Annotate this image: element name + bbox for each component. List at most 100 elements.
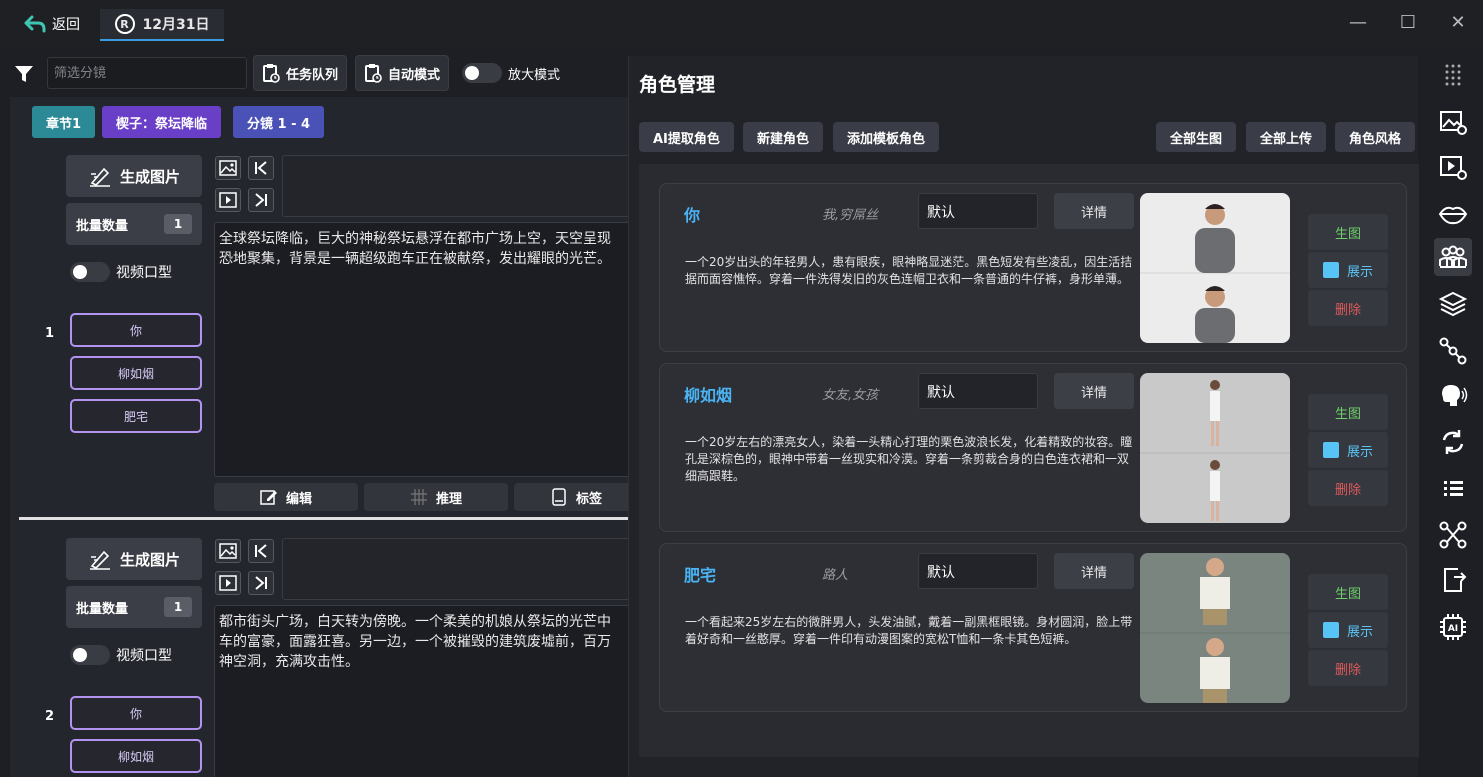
- image-icon[interactable]: [215, 156, 241, 180]
- storyboard-list[interactable]: 章节1 楔子：祭坛降临 分镜 1 - 4 生成图片 批量数量 1 视频口型 1 …: [10, 97, 628, 777]
- character-tag[interactable]: 柳如烟: [70, 356, 202, 390]
- batch-count-value[interactable]: 1: [164, 597, 192, 617]
- prompt-input[interactable]: [282, 155, 628, 217]
- batch-count-label: 批量数量: [76, 218, 129, 234]
- role-card: 肥宅 路人 默认 详情 一个看起来25岁左右的微胖男人，头发油腻，戴着一副黑框眼…: [659, 543, 1407, 712]
- back-button[interactable]: 返回: [24, 14, 80, 34]
- generate-image-button[interactable]: 生图: [1308, 394, 1388, 430]
- role-list[interactable]: 你 我,穷屌丝 默认 详情 一个20岁出头的年轻男人，患有眼疾，眼神略显迷茫。黑…: [639, 164, 1419, 757]
- filter-icon[interactable]: [14, 64, 34, 84]
- task-queue-button[interactable]: 任务队列: [253, 55, 348, 91]
- new-role-button[interactable]: 新建角色: [743, 122, 824, 152]
- shot-divider: [19, 517, 628, 520]
- tag-button[interactable]: 标签: [514, 483, 628, 511]
- chapter-tag[interactable]: 章节1: [32, 106, 96, 138]
- skip-last-icon[interactable]: [248, 571, 274, 595]
- voice-select[interactable]: 默认: [918, 553, 1038, 589]
- image-icon[interactable]: [215, 539, 241, 563]
- voice-icon[interactable]: [1434, 377, 1472, 415]
- workflow-icon[interactable]: [1434, 516, 1472, 554]
- role-portrait[interactable]: [1140, 193, 1290, 343]
- infer-label: 推理: [435, 491, 462, 507]
- lips-icon[interactable]: [1434, 195, 1472, 233]
- tab-date[interactable]: R 12月31日: [100, 9, 224, 41]
- detail-button[interactable]: 详情: [1054, 373, 1134, 409]
- delete-button[interactable]: 删除: [1308, 650, 1388, 686]
- shot-description[interactable]: 都市街头广场，白天转为傍晚。一个柔美的机娘从祭坛的光芒中 车的富豪，面露狂喜。另…: [214, 605, 628, 777]
- characters-icon[interactable]: [1434, 238, 1472, 276]
- role-style-button[interactable]: 角色风格: [1335, 122, 1416, 152]
- role-portrait[interactable]: [1140, 373, 1290, 523]
- generate-image-button[interactable]: 生图: [1308, 574, 1388, 610]
- filter-input[interactable]: [47, 57, 247, 89]
- voice-select[interactable]: 默认: [918, 193, 1038, 229]
- generate-image-button[interactable]: 生成图片: [66, 155, 202, 197]
- batch-count-value[interactable]: 1: [164, 214, 192, 234]
- nodes-icon[interactable]: [1434, 332, 1472, 370]
- batch-count-control[interactable]: 批量数量 1: [66, 586, 202, 628]
- generate-image-button[interactable]: 生图: [1308, 214, 1388, 250]
- batch-count-control[interactable]: 批量数量 1: [66, 203, 202, 245]
- shot-description[interactable]: 全球祭坛降临，巨大的神秘祭坛悬浮在都市广场上空，天空呈现 恐地聚集，背景是一辆超…: [214, 222, 628, 477]
- detail-button[interactable]: 详情: [1054, 193, 1134, 229]
- delete-button[interactable]: 删除: [1308, 470, 1388, 506]
- close-button[interactable]: ✕: [1446, 12, 1470, 33]
- auto-mode-button[interactable]: 自动模式: [355, 55, 450, 91]
- video-settings-icon[interactable]: [1434, 148, 1472, 186]
- toggle-switch[interactable]: [70, 645, 110, 665]
- shot-number: 2: [45, 709, 55, 724]
- edit-button[interactable]: 编辑: [214, 483, 358, 511]
- ai-extract-roles-button[interactable]: AI提取角色: [639, 122, 734, 152]
- role-portrait[interactable]: [1140, 553, 1290, 703]
- layers-icon[interactable]: [1434, 285, 1472, 323]
- toggle-switch[interactable]: [70, 262, 110, 282]
- play-video-icon[interactable]: [215, 571, 241, 595]
- shots-range-tag[interactable]: 分镜 1 - 4: [233, 106, 325, 138]
- export-icon[interactable]: [1434, 561, 1472, 599]
- role-name: 你: [684, 206, 701, 225]
- role-type: 女友,女孩: [822, 388, 879, 403]
- role-name: 肥宅: [684, 566, 717, 585]
- checkbox-checked-icon[interactable]: [1322, 622, 1339, 638]
- show-label: 展示: [1346, 264, 1373, 280]
- minimize-button[interactable]: —: [1346, 12, 1370, 33]
- lip-sync-toggle[interactable]: 视频口型: [70, 645, 172, 665]
- show-checkbox[interactable]: 展示: [1308, 612, 1388, 648]
- image-settings-icon[interactable]: [1434, 103, 1472, 141]
- skip-last-icon[interactable]: [248, 188, 274, 212]
- sync-icon[interactable]: [1434, 423, 1472, 461]
- lip-sync-toggle[interactable]: 视频口型: [70, 262, 172, 282]
- detail-button[interactable]: 详情: [1054, 553, 1134, 589]
- show-checkbox[interactable]: 展示: [1308, 252, 1388, 288]
- skip-first-icon[interactable]: [248, 539, 274, 563]
- zoom-mode-toggle[interactable]: 放大模式: [462, 63, 560, 83]
- generate-image-button[interactable]: 生成图片: [66, 538, 202, 580]
- description-line: 恐地聚集，背景是一辆超级跑车正在被献祭，发出耀眼的光芒。: [219, 251, 611, 267]
- show-label: 展示: [1346, 624, 1373, 640]
- play-video-icon[interactable]: [215, 188, 241, 212]
- maximize-button[interactable]: ☐: [1396, 12, 1420, 33]
- checkbox-checked-icon[interactable]: [1322, 442, 1339, 458]
- ai-chip-icon[interactable]: AI: [1434, 608, 1472, 646]
- upload-all-button[interactable]: 全部上传: [1246, 122, 1327, 152]
- delete-button[interactable]: 删除: [1308, 290, 1388, 326]
- list-icon[interactable]: [1434, 469, 1472, 507]
- toggle-switch[interactable]: [462, 63, 502, 83]
- tab-date-label: 12月31日: [142, 17, 210, 33]
- show-checkbox[interactable]: 展示: [1308, 432, 1388, 468]
- batch-count-label: 批量数量: [76, 601, 129, 617]
- character-tag[interactable]: 肥宅: [70, 399, 202, 433]
- skip-first-icon[interactable]: [248, 156, 274, 180]
- character-tag[interactable]: 你: [70, 696, 202, 730]
- storyboard-toolbar: 任务队列 自动模式 放大模式: [0, 50, 628, 96]
- prologue-tag[interactable]: 楔子：祭坛降临: [102, 106, 222, 138]
- infer-button[interactable]: 推理: [364, 483, 508, 511]
- character-tag[interactable]: 你: [70, 313, 202, 347]
- checkbox-checked-icon[interactable]: [1322, 262, 1339, 278]
- prompt-input[interactable]: [282, 538, 628, 600]
- add-template-role-button[interactable]: 添加模板角色: [833, 122, 940, 152]
- dots-grid-icon[interactable]: [1434, 56, 1472, 94]
- generate-all-button[interactable]: 全部生图: [1156, 122, 1237, 152]
- voice-select[interactable]: 默认: [918, 373, 1038, 409]
- character-tag[interactable]: 柳如烟: [70, 739, 202, 773]
